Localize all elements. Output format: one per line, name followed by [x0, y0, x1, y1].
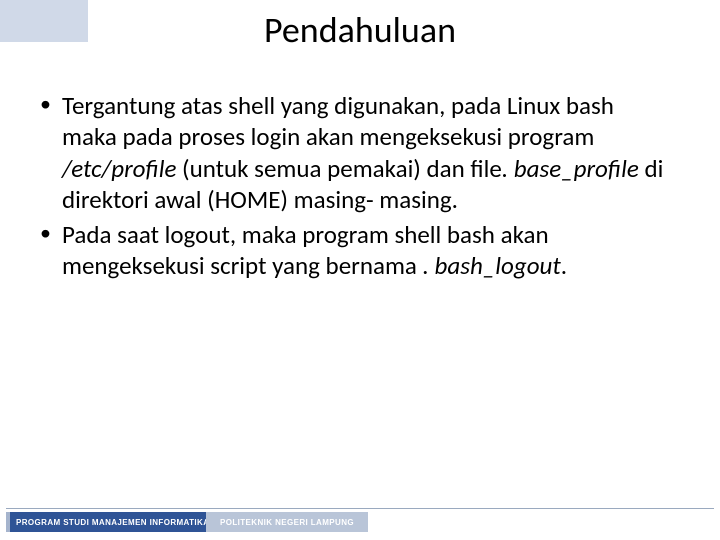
text-run: . bash_logout [423, 250, 561, 281]
text-run: . [561, 250, 567, 281]
footer-swatch [6, 512, 10, 532]
text-run: /etc/profile [62, 153, 176, 184]
text-run: (untuk semua pemakai) dan file [176, 153, 501, 184]
text-run: . base_profile [502, 153, 645, 184]
bullet-list: Tergantung atas shell yang digunakan, pa… [34, 90, 674, 282]
footer: PROGRAM STUDI MANAJEMEN INFORMATIKA POLI… [0, 508, 720, 540]
bullet-item: Pada saat logout, maka program shell bas… [34, 219, 674, 282]
footer-institution-text: POLITEKNIK NEGERI LAMPUNG [220, 518, 354, 527]
slide: Pendahuluan Tergantung atas shell yang d… [0, 0, 720, 540]
text-run: Tergantung atas shell yang digunakan, pa… [62, 90, 614, 152]
slide-title: Pendahuluan [0, 8, 720, 52]
bullet-item: Tergantung atas shell yang digunakan, pa… [34, 90, 674, 215]
footer-program-badge: PROGRAM STUDI MANAJEMEN INFORMATIKA [6, 512, 219, 532]
footer-program-text: PROGRAM STUDI MANAJEMEN INFORMATIKA [16, 518, 209, 527]
footer-institution-badge: POLITEKNIK NEGERI LAMPUNG [206, 512, 368, 532]
slide-body: Tergantung atas shell yang digunakan, pa… [34, 90, 674, 286]
footer-divider [6, 508, 714, 509]
